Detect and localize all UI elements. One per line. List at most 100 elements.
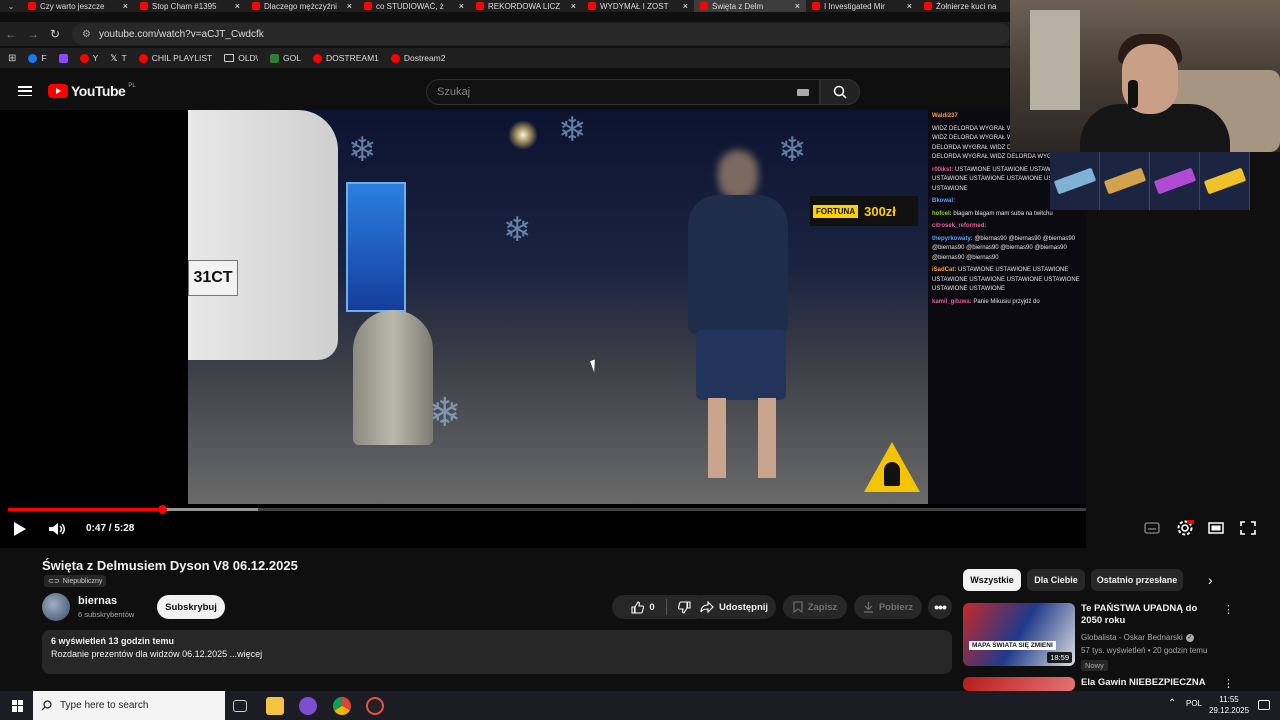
site-info-icon[interactable]: ⚙ — [82, 29, 91, 40]
youtube-logo[interactable]: YouTube PL — [48, 83, 136, 99]
app-icon[interactable] — [299, 697, 317, 715]
recommended-video[interactable]: Ela Gawin NIEBEZPIECZNA ⋮ — [963, 677, 1243, 691]
bookmark-old[interactable]: OLD\ — [224, 53, 258, 63]
share-button[interactable]: Udostępnij — [692, 595, 776, 619]
channel-name[interactable]: biernas — [78, 595, 117, 607]
tab-3[interactable]: co STUDIOWAĆ, ż × — [358, 0, 470, 12]
bookmark-t[interactable]: 𝕏T — [110, 53, 126, 64]
tab-close-icon[interactable]: × — [571, 1, 576, 11]
recommended-title[interactable]: Te PAŃSTWA UPADNĄ do 2050 roku — [1081, 603, 1219, 627]
save-button[interactable]: Zapisz — [783, 595, 847, 619]
obs-icon[interactable] — [366, 697, 384, 715]
chat-username: citrosek_reformed: — [932, 223, 987, 229]
download-button[interactable]: Pobierz — [854, 595, 922, 619]
download-label: Pobierz — [878, 601, 914, 613]
chip-recently-uploaded[interactable]: Ostatnio przesłane — [1091, 569, 1183, 591]
hamburger-menu-icon[interactable] — [18, 86, 32, 96]
settings-gear-icon[interactable] — [1176, 519, 1194, 537]
tab-6-active[interactable]: Święta z Delm × — [694, 0, 806, 12]
tab-close-icon[interactable]: × — [795, 1, 800, 11]
dislike-button[interactable] — [677, 600, 691, 614]
recommended-video[interactable]: MAPA ŚWIATA SIĘ ZMIENI 18:59 Te PAŃSTWA … — [963, 603, 1243, 673]
streamer-webcam — [1010, 0, 1280, 152]
search-button[interactable] — [820, 79, 860, 105]
visibility-label: Niepubliczny — [62, 577, 103, 585]
more-vertical-icon[interactable]: ⋮ — [1223, 603, 1234, 616]
more-actions-button[interactable]: ••• — [928, 595, 952, 619]
theater-mode-icon[interactable] — [1208, 521, 1224, 535]
facebook-icon — [28, 53, 38, 63]
video-thumbnail[interactable] — [963, 677, 1075, 691]
tab-2[interactable]: Dlaczego mężczyźni × — [246, 0, 358, 12]
subscribe-button[interactable]: Subskrybuj — [157, 595, 225, 619]
tab-close-icon[interactable]: × — [123, 1, 128, 11]
video-thumbnail[interactable]: MAPA ŚWIATA SIĘ ZMIENI 18:59 — [963, 603, 1075, 666]
recommended-title[interactable]: Ela Gawin NIEBEZPIECZNA — [1081, 677, 1219, 689]
bollard — [353, 310, 433, 445]
bookmark-dostream2[interactable]: Dostream2 — [390, 53, 446, 63]
tab-close-icon[interactable]: × — [459, 1, 464, 11]
video-frame[interactable]: ❄ ❄ ❄ ❄ ❄ 31CT FORTUNA 300zł — [188, 110, 928, 504]
tab-search-chevron-icon[interactable]: ⌄ — [0, 0, 22, 12]
bookmark-y[interactable]: Y — [79, 53, 98, 63]
recommended-channel[interactable]: Globalista - Oskar Bednarski ✓ — [1081, 633, 1194, 642]
fullscreen-icon[interactable] — [1240, 521, 1256, 535]
more-vertical-icon[interactable]: ⋮ — [1223, 677, 1234, 690]
clock[interactable]: 11:55 29.12.2025 — [1209, 694, 1249, 716]
subtitles-icon[interactable] — [1144, 521, 1160, 535]
reload-icon[interactable]: ↻ — [44, 27, 66, 41]
tab-0[interactable]: Czy warto jeszcze × — [22, 0, 134, 12]
like-button[interactable]: 0 — [631, 600, 655, 614]
task-view-icon[interactable] — [233, 700, 247, 712]
play-icon[interactable] — [14, 522, 26, 536]
bookmark-gol[interactable]: GOL — [270, 53, 301, 63]
bookmark-f[interactable]: F — [28, 53, 47, 63]
tab-close-icon[interactable]: × — [235, 1, 240, 11]
chat-username: Waldi237 — [932, 113, 958, 119]
video-player[interactable]: ❄ ❄ ❄ ❄ ❄ 31CT FORTUNA 300zł Waldi237 WI… — [0, 110, 1086, 548]
tab-close-icon[interactable]: × — [347, 1, 352, 11]
youtube-favicon-icon — [812, 2, 820, 10]
fortuna-ad-overlay: FORTUNA 300zł — [810, 196, 918, 226]
apps-grid-icon[interactable]: ⊞ — [8, 53, 16, 64]
tab-5[interactable]: WYDYMAŁ I ZOST × — [582, 0, 694, 12]
volume-icon[interactable] — [48, 522, 66, 536]
chevron-right-icon[interactable]: › — [1208, 572, 1213, 588]
tab-title: REKORDOWA LICZ — [488, 1, 561, 11]
video-title: Święta z Delmusiem Dyson V8 06.12.2025 — [42, 558, 298, 573]
tab-close-icon[interactable]: × — [683, 1, 688, 11]
tab-1[interactable]: Stop Cham #1395 × — [134, 0, 246, 12]
notification-icon[interactable] — [1258, 700, 1270, 710]
person — [668, 150, 808, 490]
chip-all[interactable]: Wszystkie — [963, 569, 1021, 591]
search-input[interactable]: Szukaj — [426, 79, 820, 105]
bookmark-label: F — [41, 53, 47, 63]
language-indicator[interactable]: POL — [1186, 699, 1202, 708]
url-field[interactable]: ⚙ youtube.com/watch?v=aCJT_Cwdcfk — [72, 23, 1010, 45]
bookmark-label: Dostream2 — [403, 53, 446, 63]
file-explorer-icon[interactable] — [266, 697, 284, 715]
youtube-play-logo-icon — [48, 84, 68, 98]
back-icon[interactable]: ← — [0, 27, 22, 41]
bookmark-chil-playlist[interactable]: CHIL PLAYLIST — [138, 53, 212, 63]
tab-7[interactable]: I Investigated Mir × — [806, 0, 918, 12]
subscriber-count: 6 subskrybentów — [78, 610, 135, 619]
bookmark-twitch[interactable] — [58, 53, 68, 63]
bookmark-dostream1[interactable]: DOSTREAM1 — [313, 53, 379, 63]
thumbs-up-icon — [631, 600, 645, 614]
description-box[interactable]: 6 wyświetleń 13 godzin temu Rozdanie pre… — [42, 630, 952, 674]
verified-check-icon: ✓ — [1185, 633, 1194, 642]
windows-start-icon[interactable] — [12, 699, 24, 712]
tray-chevron-up-icon[interactable]: ⌃ — [1168, 698, 1176, 709]
channel-avatar[interactable] — [42, 593, 70, 621]
taskbar-search-input[interactable]: Type here to search — [33, 691, 225, 720]
tab-close-icon[interactable]: × — [907, 1, 912, 11]
chrome-icon[interactable] — [333, 697, 351, 715]
forward-icon[interactable]: → — [22, 27, 44, 41]
tab-4[interactable]: REKORDOWA LICZ × — [470, 0, 582, 12]
chip-for-you[interactable]: Dla Ciebie — [1027, 569, 1085, 591]
visibility-badge: ⊂⊃ Niepubliczny — [44, 575, 107, 587]
keyboard-icon[interactable] — [797, 89, 809, 96]
tab-title: Dlaczego mężczyźni — [264, 1, 337, 11]
snowflake-icon: ❄ — [558, 111, 587, 149]
